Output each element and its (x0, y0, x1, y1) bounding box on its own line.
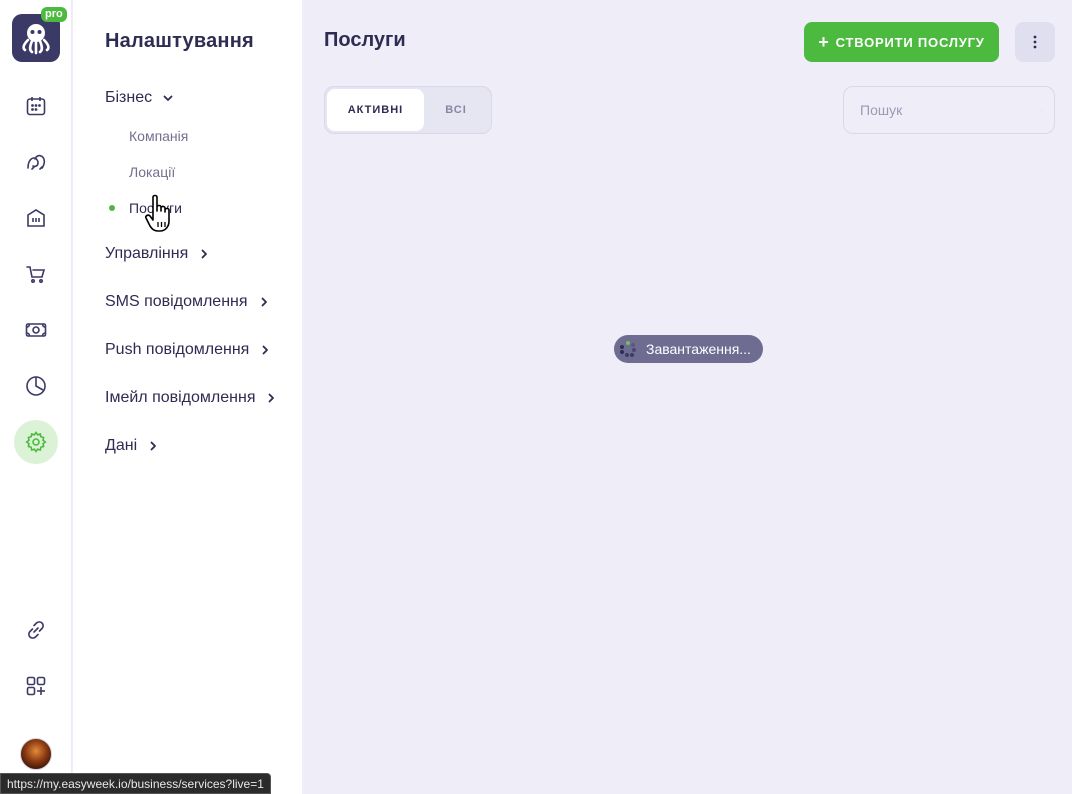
gear-icon (25, 431, 47, 453)
nav-group-management[interactable]: Управління (105, 245, 210, 263)
rail-apps[interactable] (14, 664, 58, 708)
nav-group-label: SMS повідомлення (105, 293, 248, 310)
plus-icon: + (818, 32, 830, 52)
nav-group-label: Імейл повідомлення (105, 389, 256, 406)
nav-group-email[interactable]: Імейл повідомлення (105, 389, 277, 407)
rail-links[interactable] (14, 608, 58, 652)
create-service-label: СТВОРИТИ ПОСЛУГУ (835, 34, 985, 50)
rail-settings[interactable] (14, 420, 58, 464)
cart-icon (26, 266, 46, 283)
tab-all[interactable]: ВСІ (424, 89, 488, 131)
sidebar-title: Налаштування (105, 30, 254, 52)
chart-icon (26, 376, 46, 396)
nav-item-company[interactable]: Компанія (129, 128, 188, 144)
status-tabs: АКТИВНІ ВСІ (324, 86, 492, 134)
more-vertical-icon (1033, 35, 1037, 49)
rail-staff[interactable] (14, 196, 58, 240)
nav-group-label: Push повідомлення (105, 341, 250, 358)
nav-group-push[interactable]: Push повідомлення (105, 341, 271, 359)
rail-finance[interactable] (14, 308, 58, 352)
active-indicator-dot (109, 205, 115, 211)
nav-group-label: Дані (105, 437, 138, 454)
rail-analytics[interactable] (14, 364, 58, 408)
status-bar-url: https://my.easyweek.io/business/services… (0, 773, 271, 794)
rail-clients[interactable] (14, 140, 58, 184)
chevron-right-icon (258, 296, 270, 308)
more-options-button[interactable] (1015, 22, 1055, 62)
octopus-logo-icon (22, 24, 50, 55)
nav-group-label: Управління (105, 245, 189, 262)
chevron-right-icon (265, 392, 277, 404)
user-avatar[interactable] (20, 738, 52, 770)
search-box (843, 86, 1055, 134)
rail-shop[interactable] (14, 252, 58, 296)
create-service-button[interactable]: + СТВОРИТИ ПОСЛУГУ (804, 22, 999, 62)
spinner-icon (620, 341, 636, 357)
search-icon[interactable] (1041, 101, 1042, 119)
nav-group-sms[interactable]: SMS повідомлення (105, 293, 270, 311)
rail-calendar[interactable] (14, 84, 58, 128)
staff-icon (27, 209, 45, 227)
clients-icon (27, 154, 46, 170)
money-icon (25, 323, 47, 337)
search-input[interactable] (860, 102, 1041, 118)
calendar-icon (26, 97, 46, 116)
nav-group-label: Бізнес (105, 89, 153, 106)
nav-item-services[interactable]: Послуги (129, 200, 182, 216)
pro-badge: pro (41, 7, 67, 22)
main-content: Послуги + СТВОРИТИ ПОСЛУГУ АКТИВНІ ВСІ З… (302, 0, 1072, 794)
chevron-down-icon (162, 92, 174, 104)
settings-sidebar: Налаштування Бізнес Компанія Локації Пос… (73, 0, 302, 794)
chevron-right-icon (147, 440, 159, 452)
chevron-right-icon (259, 344, 271, 356)
nav-item-locations[interactable]: Локації (129, 164, 175, 180)
chevron-right-icon (198, 248, 210, 260)
loading-text: Завантаження... (646, 341, 751, 357)
link-icon (28, 621, 44, 639)
tab-active[interactable]: АКТИВНІ (327, 89, 424, 131)
icon-rail: pro (0, 0, 72, 794)
apps-add-icon (26, 676, 46, 696)
nav-group-data[interactable]: Дані (105, 437, 159, 455)
loading-indicator: Завантаження... (614, 335, 763, 363)
page-title: Послуги (324, 29, 406, 51)
nav-group-business[interactable]: Бізнес (105, 89, 174, 107)
